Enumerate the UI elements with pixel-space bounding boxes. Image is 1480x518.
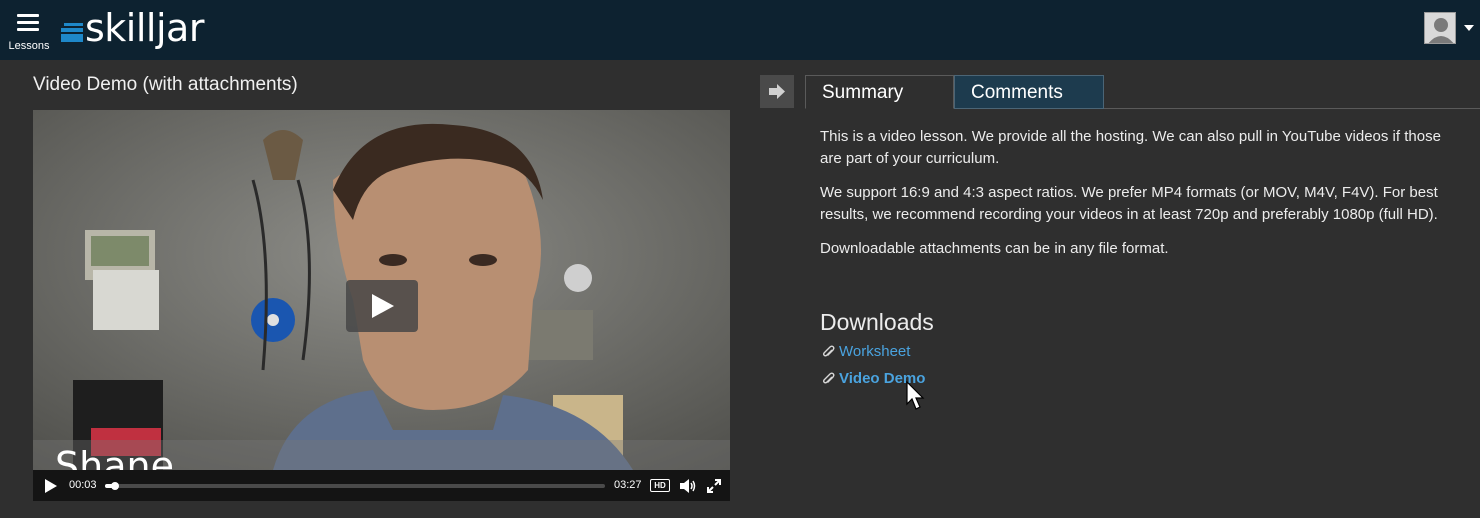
video-player[interactable]: Shane 00:03 03:27 HD xyxy=(33,110,730,501)
downloads-heading: Downloads xyxy=(820,309,934,335)
hd-toggle-button[interactable]: HD xyxy=(650,479,670,492)
hamburger-icon xyxy=(17,14,39,35)
mouse-pointer-icon xyxy=(906,381,925,410)
summary-paragraph: Downloadable attachments can be in any f… xyxy=(820,240,1169,257)
arrow-right-icon xyxy=(769,84,785,99)
progress-handle[interactable] xyxy=(110,482,119,490)
current-time: 00:03 xyxy=(69,479,97,491)
paperclip-icon xyxy=(822,372,835,384)
top-navigation-bar: Lessons skilljar xyxy=(0,0,1480,60)
duration: 03:27 xyxy=(614,479,642,491)
play-button[interactable] xyxy=(346,280,418,332)
fullscreen-icon[interactable] xyxy=(706,478,722,494)
video-controls: 00:03 03:27 HD xyxy=(33,470,730,501)
user-menu[interactable] xyxy=(1424,12,1476,46)
avatar xyxy=(1424,12,1456,44)
tab-comments[interactable]: Comments xyxy=(954,75,1104,109)
lessons-label: Lessons xyxy=(8,40,50,52)
volume-icon[interactable] xyxy=(679,478,697,494)
user-silhouette-icon xyxy=(1428,18,1454,43)
page-title: Video Demo (with attachments) xyxy=(33,74,298,95)
summary-content: This is a video lesson. We provide all t… xyxy=(820,126,1460,272)
download-link-label[interactable]: Worksheet xyxy=(839,343,910,360)
chevron-down-icon xyxy=(1464,25,1474,31)
paperclip-icon xyxy=(822,345,835,357)
lessons-menu-button[interactable]: Lessons xyxy=(6,10,52,54)
logo-mark-icon xyxy=(61,23,83,42)
play-icon[interactable] xyxy=(45,479,57,493)
summary-paragraph: This is a video lesson. We provide all t… xyxy=(820,128,1441,167)
collapse-panel-button[interactable] xyxy=(760,75,794,108)
tab-summary[interactable]: Summary xyxy=(805,75,954,109)
logo-text: skilljar xyxy=(85,6,204,50)
summary-paragraph: We support 16:9 and 4:3 aspect ratios. W… xyxy=(820,184,1438,223)
progress-bar[interactable] xyxy=(105,482,605,490)
